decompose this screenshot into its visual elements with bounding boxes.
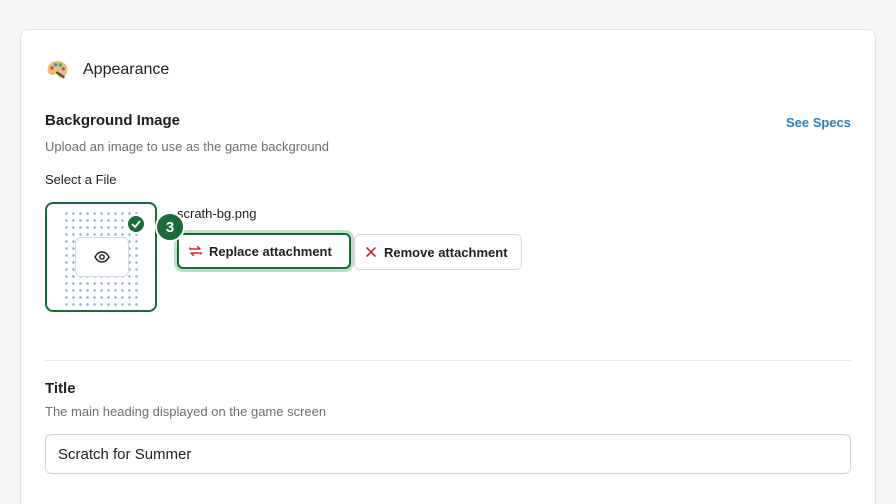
image-thumbnail[interactable] (45, 202, 157, 312)
remove-attachment-button[interactable]: Remove attachment (354, 234, 522, 270)
selected-check-icon (126, 214, 146, 234)
select-file-label: Select a File (45, 172, 117, 187)
appearance-card: Appearance Background Image See Specs Up… (20, 29, 876, 504)
step-number-badge: 3 (155, 212, 185, 242)
swap-icon (189, 245, 202, 257)
title-input[interactable] (45, 434, 851, 474)
background-image-help: Upload an image to use as the game backg… (45, 139, 330, 154)
replace-attachment-button[interactable]: Replace attachment (177, 233, 351, 269)
close-icon (366, 247, 376, 257)
background-image-label: Background Image (45, 112, 181, 129)
section-title: Appearance (83, 61, 170, 78)
eye-icon (94, 251, 110, 263)
preview-button[interactable] (75, 237, 129, 277)
file-name: scrath-bg.png (177, 206, 257, 221)
section-divider (45, 360, 851, 361)
title-label: Title (45, 380, 76, 397)
see-specs-link[interactable]: See Specs (786, 115, 851, 130)
remove-attachment-label: Remove attachment (384, 244, 508, 260)
title-help: The main heading displayed on the game s… (45, 404, 327, 419)
section-header: Appearance (45, 58, 169, 82)
palette-icon (47, 61, 68, 79)
replace-attachment-label: Replace attachment (209, 243, 332, 259)
